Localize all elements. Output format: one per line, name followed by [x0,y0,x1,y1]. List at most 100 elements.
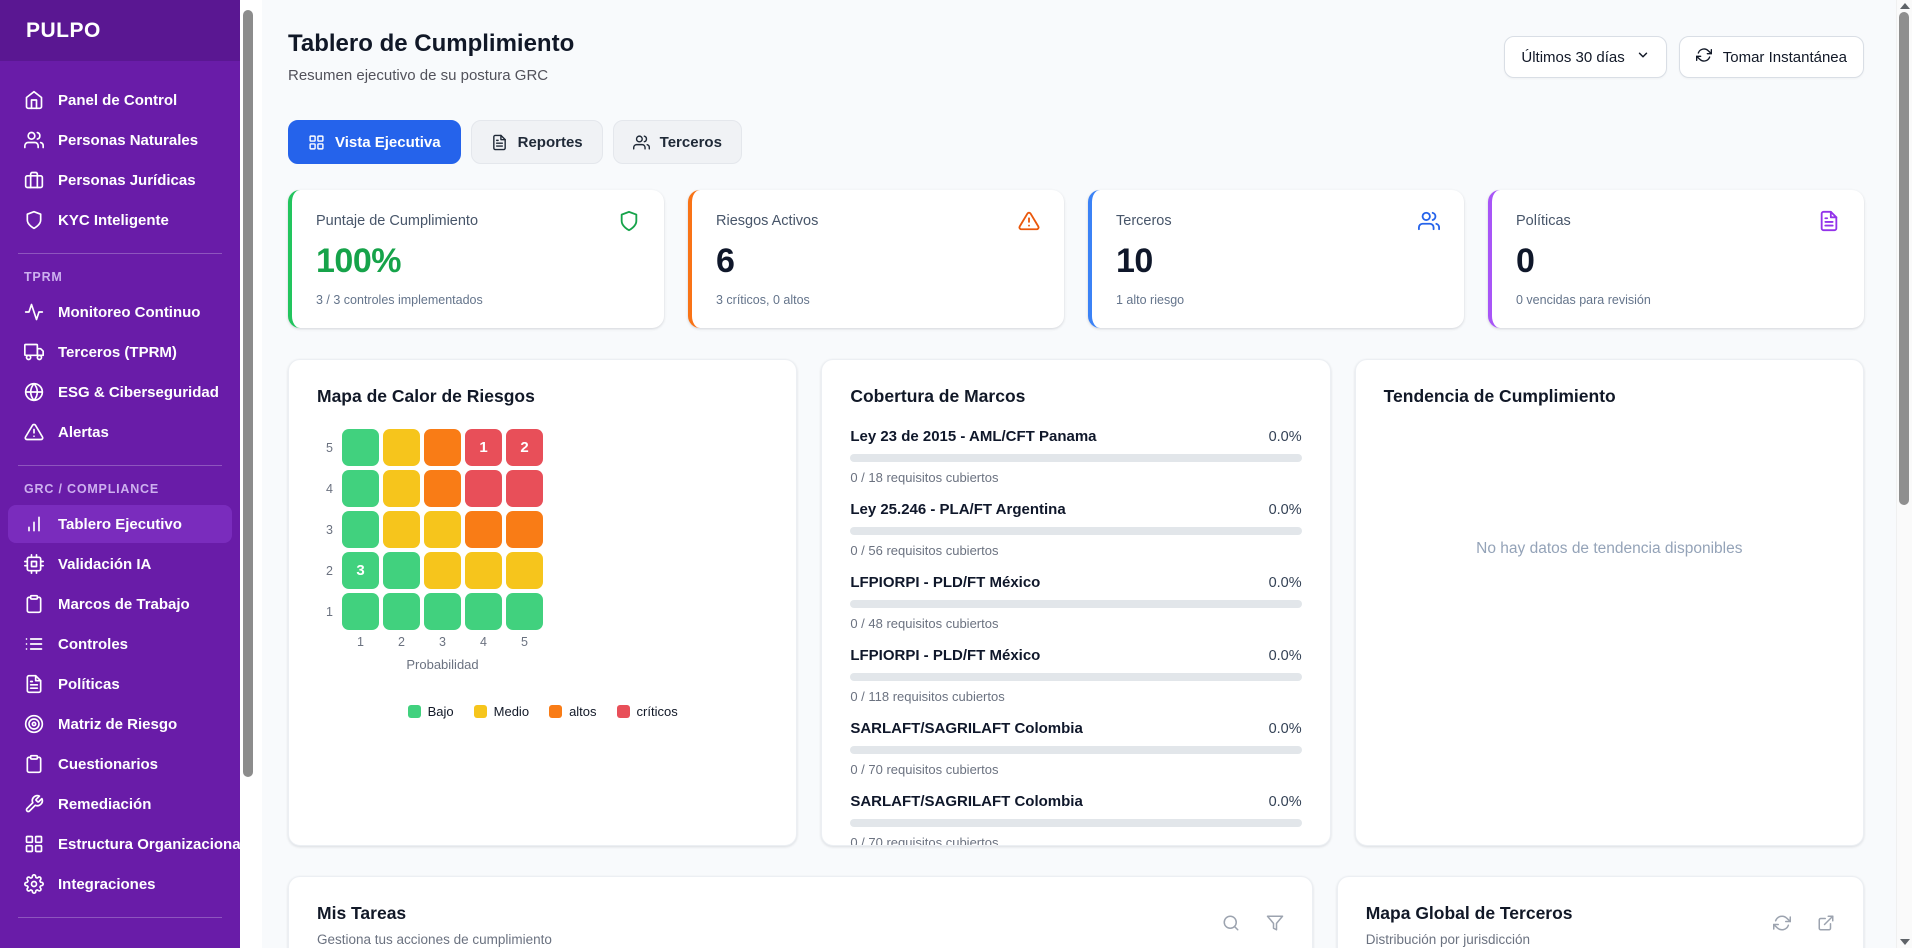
sidebar-item-label: Marcos de Trabajo [58,596,190,613]
kpi-icon-holder [1418,210,1440,237]
heatmap-cell-p4-i4[interactable] [465,470,502,507]
heatmap-cell-p4-i1[interactable] [465,593,502,630]
heatmap-cell-p4-i2[interactable] [465,552,502,589]
heatmap-row-impact-5: 5 12 [317,429,768,466]
kpi-subtitle: 3 críticos, 0 altos [716,293,1040,307]
heatmap-y-tick: 3 [317,523,333,537]
sidebar-item-personas-naturales[interactable]: Personas Naturales [8,121,232,159]
sidebar-item-personas-juridicas[interactable]: Personas Jurídicas [8,161,232,199]
heatmap-cell-p3-i3[interactable] [424,511,461,548]
heatmap-cell-p1-i1[interactable] [342,593,379,630]
heatmap-cell-p2-i5[interactable] [383,429,420,466]
framework-name: Ley 23 de 2015 - AML/CFT Panama [850,428,1096,445]
heatmap-cell-p3-i5[interactable] [424,429,461,466]
alert-triangle-icon [1018,210,1040,232]
heatmap-cell-p5-i4[interactable] [506,470,543,507]
sidebar-item-cuestionarios[interactable]: Cuestionarios [8,745,232,783]
window-scrollbar[interactable] [1896,0,1912,948]
briefcase-icon [24,170,44,190]
heatmap-cell-p5-i5[interactable]: 2 [506,429,543,466]
external-link-icon [1817,914,1835,932]
wrench-icon [24,794,44,814]
framework-progress-bar [850,454,1301,462]
heatmap-cell-p3-i4[interactable] [424,470,461,507]
users-icon [1418,210,1440,232]
tab-vista-ejecutiva[interactable]: Vista Ejecutiva [288,120,461,164]
risk-heatmap-card: Mapa de Calor de Riesgos 51243231 12345 … [288,359,797,846]
heatmap-cell-p2-i3[interactable] [383,511,420,548]
tasks-title: Mis Tareas [317,903,552,924]
heatmap-cell-p1-i2[interactable]: 3 [342,552,379,589]
sidebar-item-esg-ciberseguridad[interactable]: ESG & Ciberseguridad [8,373,232,411]
heatmap-cell-p5-i1[interactable] [506,593,543,630]
heatmap-y-tick: 5 [317,441,333,455]
sidebar-item-validacion-ia[interactable]: Validación IA [8,545,232,583]
layout-grid-icon [24,834,44,854]
sidebar-item-panel-de-control[interactable]: Panel de Control [8,81,232,119]
heatmap-y-tick: 4 [317,482,333,496]
sidebar-item-alertas[interactable]: Alertas [8,413,232,451]
framework-progress-bar [850,819,1301,827]
heatmap-cell-p4-i3[interactable] [465,511,502,548]
heatmap-x-tick: 1 [342,635,379,649]
sidebar-item-label: Personas Jurídicas [58,172,196,189]
framework-progress-bar [850,527,1301,535]
activity-icon [24,302,44,322]
heatmap-cell-p3-i1[interactable] [424,593,461,630]
snapshot-button[interactable]: Tomar Instantánea [1679,36,1864,78]
sidebar-item-remediacion[interactable]: Remediación [8,785,232,823]
sidebar-item-terceros-tprm[interactable]: Terceros (TPRM) [8,333,232,371]
sidebar-item-label: Matriz de Riesgo [58,716,177,733]
heatmap-cell-p2-i4[interactable] [383,470,420,507]
sidebar-item-politicas[interactable]: Políticas [8,665,232,703]
sidebar-item-tablero-ejecutivo[interactable]: Tablero Ejecutivo [8,505,232,543]
framework-name: SARLAFT/SAGRILAFT Colombia [850,793,1083,810]
heatmap-x-tick: 4 [465,635,502,649]
heatmap-cell-p4-i5[interactable]: 1 [465,429,502,466]
kpi-value: 10 [1116,242,1440,281]
search-icon-button[interactable] [1222,914,1240,937]
heatmap-cell-p1-i4[interactable] [342,470,379,507]
kpi-label: Riesgos Activos [716,213,818,229]
sidebar-item-matriz-de-riesgo[interactable]: Matriz de Riesgo [8,705,232,743]
heatmap-cell-p5-i3[interactable] [506,511,543,548]
sidebar-item-estructura-organizacional[interactable]: Estructura Organizacional [8,825,232,863]
heatmap-cell-p2-i1[interactable] [383,593,420,630]
sidebar-scrollbar[interactable] [240,0,262,948]
tasks-card-head: Mis Tareas Gestiona tus acciones de cump… [317,903,1284,947]
sidebar-item-monitoreo-continuo[interactable]: Monitoreo Continuo [8,293,232,331]
window-scrollbar-thumb[interactable] [1899,12,1909,505]
kpi-icon-holder [618,210,640,237]
framework-progress-bar [850,600,1301,608]
kpi-card-politicas: Políticas00 vencidas para revisión [1488,190,1864,328]
scroll-up-arrow[interactable] [1900,3,1910,9]
heatmap-cell-p1-i3[interactable] [342,511,379,548]
sidebar-scrollbar-thumb[interactable] [243,10,253,777]
heatmap-cell-p1-i5[interactable] [342,429,379,466]
filter-icon-button[interactable] [1266,914,1284,937]
period-select[interactable]: Últimos 30 días [1504,36,1666,78]
alert-triangle-icon [24,422,44,442]
kpi-card-puntaje-de-cumplimiento: Puntaje de Cumplimiento100%3 / 3 control… [288,190,664,328]
sidebar-item-kyc-inteligente[interactable]: KYC Inteligente [8,201,232,239]
framework-percent: 0.0% [1269,429,1302,445]
sidebar-item-controles[interactable]: Controles [8,625,232,663]
heatmap-x-tick: 2 [383,635,420,649]
heatmap-cell-p5-i2[interactable] [506,552,543,589]
legend-item-bajo: Bajo [408,704,454,719]
global-map-card: Mapa Global de Terceros Distribución por… [1337,876,1864,948]
sidebar-item-integraciones[interactable]: Integraciones [8,865,232,903]
external-link-icon-button[interactable] [1817,914,1835,937]
tab-reportes[interactable]: Reportes [471,120,603,164]
heatmap-cell-p3-i2[interactable] [424,552,461,589]
legend-item-criticos: críticos [617,704,678,719]
compliance-trend-card: Tendencia de Cumplimiento No hay datos d… [1355,359,1864,846]
refresh-icon-button[interactable] [1773,914,1791,937]
framework-subtitle: 0 / 48 requisitos cubiertos [850,616,1301,631]
legend-label: Bajo [428,704,454,719]
heatmap-cell-p2-i2[interactable] [383,552,420,589]
scroll-down-arrow[interactable] [1900,939,1910,945]
framework-head: LFPIORPI - PLD/FT México0.0% [850,574,1301,591]
sidebar-item-marcos-de-trabajo[interactable]: Marcos de Trabajo [8,585,232,623]
tab-terceros[interactable]: Terceros [613,120,742,164]
